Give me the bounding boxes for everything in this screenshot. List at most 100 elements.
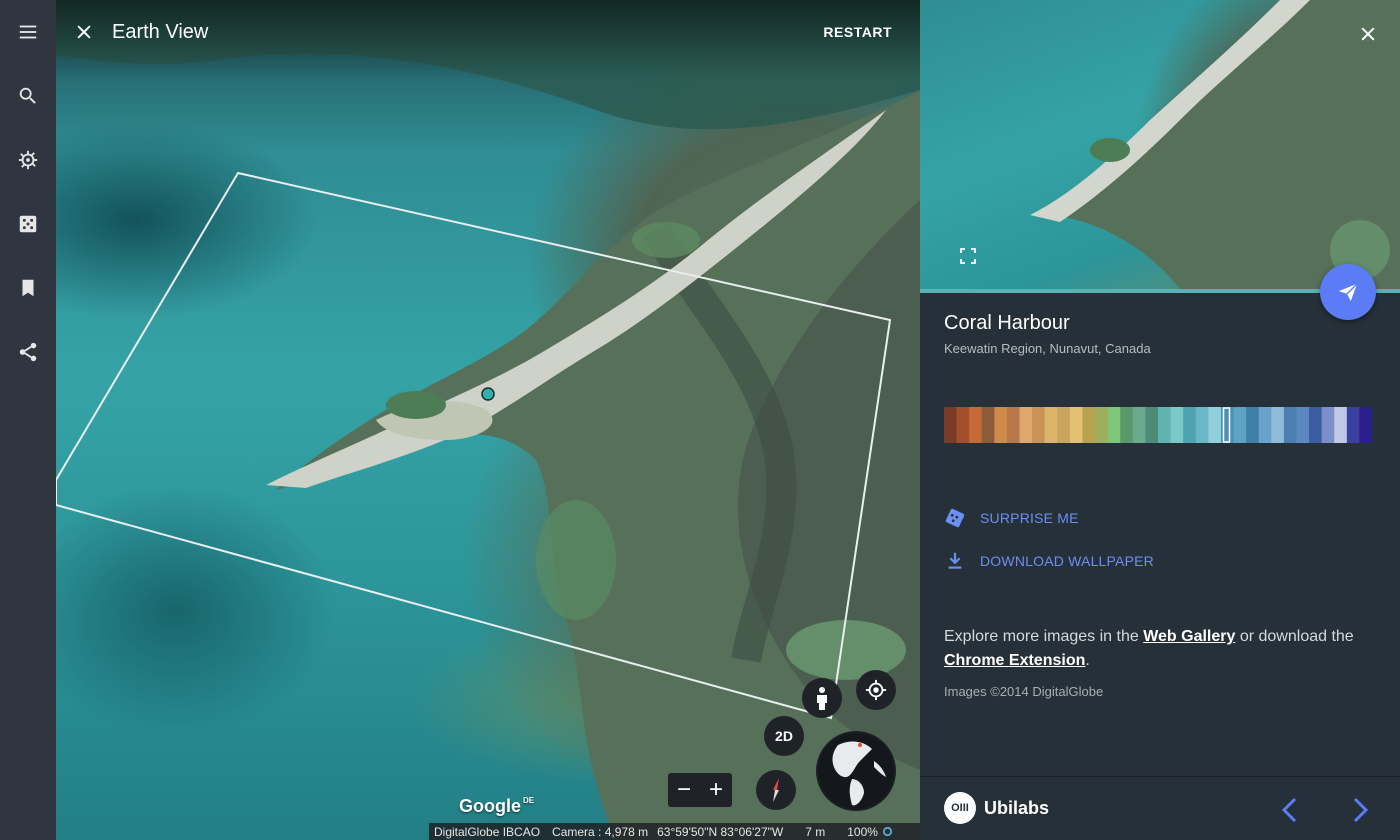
explore-middle: or download the: [1235, 628, 1354, 645]
surprise-me-label: SURPRISE ME: [980, 510, 1079, 526]
share-icon: [19, 342, 37, 362]
web-gallery-link[interactable]: Web Gallery: [1143, 628, 1235, 645]
page-title: Earth View: [112, 20, 209, 43]
palette-swatch[interactable]: [994, 407, 1008, 443]
previous-location-button[interactable]: [1278, 796, 1302, 829]
close-icon: [77, 25, 91, 39]
bookmark-button[interactable]: [0, 256, 56, 320]
search-button[interactable]: [0, 64, 56, 128]
palette-swatch[interactable]: [1069, 407, 1084, 443]
palette-swatch[interactable]: [1032, 407, 1046, 443]
palette-swatch[interactable]: [1107, 407, 1121, 443]
voyager-button[interactable]: [0, 128, 56, 192]
satellite-map[interactable]: [56, 0, 920, 840]
explore-prefix: Explore more images in the: [944, 628, 1144, 645]
palette-swatch[interactable]: [1019, 407, 1033, 443]
palette-swatch[interactable]: [944, 407, 958, 443]
palette-swatch[interactable]: [1082, 407, 1096, 443]
palette-swatch[interactable]: [1006, 407, 1021, 443]
place-name: Coral Harbour: [944, 312, 1070, 334]
chevron-left-icon: [1281, 797, 1297, 823]
view-mode-2d-button[interactable]: 2D: [764, 716, 804, 756]
map-header: Earth View RESTART: [56, 0, 920, 64]
palette-swatch[interactable]: [1271, 407, 1285, 443]
palette-swatch[interactable]: [1195, 407, 1209, 443]
download-wallpaper-button[interactable]: DOWNLOAD WALLPAPER: [944, 550, 1154, 572]
fly-to-button[interactable]: [1320, 264, 1376, 320]
my-location-icon: [865, 679, 887, 701]
globe-icon: [818, 733, 894, 809]
map-status-bar: DigitalGlobe IBCAO Camera : 4,978 m 63°5…: [429, 823, 920, 840]
surprise-me-button[interactable]: SURPRISE ME: [944, 507, 1079, 529]
palette-swatch[interactable]: [956, 407, 970, 443]
palette-swatch[interactable]: [969, 407, 983, 443]
palette-swatch[interactable]: [1095, 407, 1109, 443]
random-dice-icon: [19, 215, 37, 233]
location-photo-terrain: [1030, 0, 1400, 289]
coordinates: 63°59'50"N 83°06'27"W: [657, 824, 784, 839]
close-icon: [1361, 27, 1375, 41]
search-icon: [19, 87, 36, 104]
palette-swatch[interactable]: [1044, 407, 1058, 443]
scale-readout: 7 m: [805, 824, 826, 839]
explore-suffix: .: [1085, 652, 1090, 669]
chevron-right-icon: [1353, 797, 1369, 823]
compass-icon: [773, 778, 779, 802]
close-earth-view-button[interactable]: [56, 0, 112, 64]
menu-icon: [19, 25, 37, 39]
palette-swatch[interactable]: [1346, 407, 1361, 443]
google-logo-text: Google: [459, 796, 521, 816]
palette-swatch[interactable]: [1296, 407, 1310, 443]
palette-swatch[interactable]: [1283, 407, 1298, 443]
download-icon: [948, 552, 962, 569]
palette-swatch[interactable]: [1132, 407, 1147, 443]
chrome-extension-link[interactable]: Chrome Extension: [944, 652, 1085, 669]
pegman-icon: [817, 687, 827, 710]
palette-swatch[interactable]: [1258, 407, 1272, 443]
globe-minimap[interactable]: [816, 731, 896, 811]
palette-swatch[interactable]: [1158, 407, 1172, 443]
ubilabs-logo-icon: OIII: [944, 792, 976, 824]
explore-text: Explore more images in the Web Gallery o…: [944, 625, 1374, 673]
zoom-control: − +: [668, 773, 732, 807]
palette-swatch[interactable]: [1208, 407, 1222, 443]
random-button[interactable]: [0, 192, 56, 256]
voyager-icon: [18, 150, 38, 170]
my-location-button[interactable]: [856, 670, 896, 710]
image-copyright: Images ©2014 DigitalGlobe: [944, 684, 1104, 699]
pegman-button[interactable]: [802, 678, 842, 718]
palette-swatch[interactable]: [1233, 407, 1247, 443]
palette-swatch[interactable]: [1334, 407, 1348, 443]
download-wallpaper-label: DOWNLOAD WALLPAPER: [980, 553, 1154, 569]
menu-button[interactable]: [0, 0, 56, 64]
share-button[interactable]: [0, 320, 56, 384]
dice-icon: [945, 508, 965, 528]
palette-swatch[interactable]: [1246, 407, 1260, 443]
brand-footer[interactable]: OIII Ubilabs: [944, 792, 1049, 824]
info-panel: Coral Harbour Keewatin Region, Nunavut, …: [920, 0, 1400, 840]
palette-swatch[interactable]: [1145, 407, 1159, 443]
compass-button[interactable]: [756, 770, 796, 810]
fullscreen-button[interactable]: [960, 248, 976, 269]
palette-swatch[interactable]: [1309, 407, 1323, 443]
close-panel-button[interactable]: [1358, 24, 1378, 49]
left-rail: [0, 0, 56, 840]
palette-swatch[interactable]: [1120, 407, 1134, 443]
zoom-in-button[interactable]: +: [700, 778, 732, 802]
palette-swatch[interactable]: [1321, 407, 1335, 443]
palette-swatch[interactable]: [1057, 407, 1071, 443]
palette-swatch[interactable]: [1183, 407, 1197, 443]
next-location-button[interactable]: [1348, 796, 1372, 829]
location-photo: [920, 0, 1400, 289]
footer-divider: [920, 776, 1400, 777]
palette-swatch[interactable]: [1170, 407, 1184, 443]
palette-swatch[interactable]: [981, 407, 995, 443]
zoom-out-button[interactable]: −: [668, 778, 700, 802]
zoom-readout: 100%: [847, 824, 878, 839]
palette-swatch[interactable]: [1359, 407, 1372, 443]
restart-button[interactable]: RESTART: [823, 24, 892, 40]
google-logo-region: DE: [523, 796, 535, 805]
brand-name: Ubilabs: [984, 797, 1050, 818]
map-terrain: [56, 0, 920, 840]
color-palette-slider[interactable]: [944, 407, 1372, 443]
